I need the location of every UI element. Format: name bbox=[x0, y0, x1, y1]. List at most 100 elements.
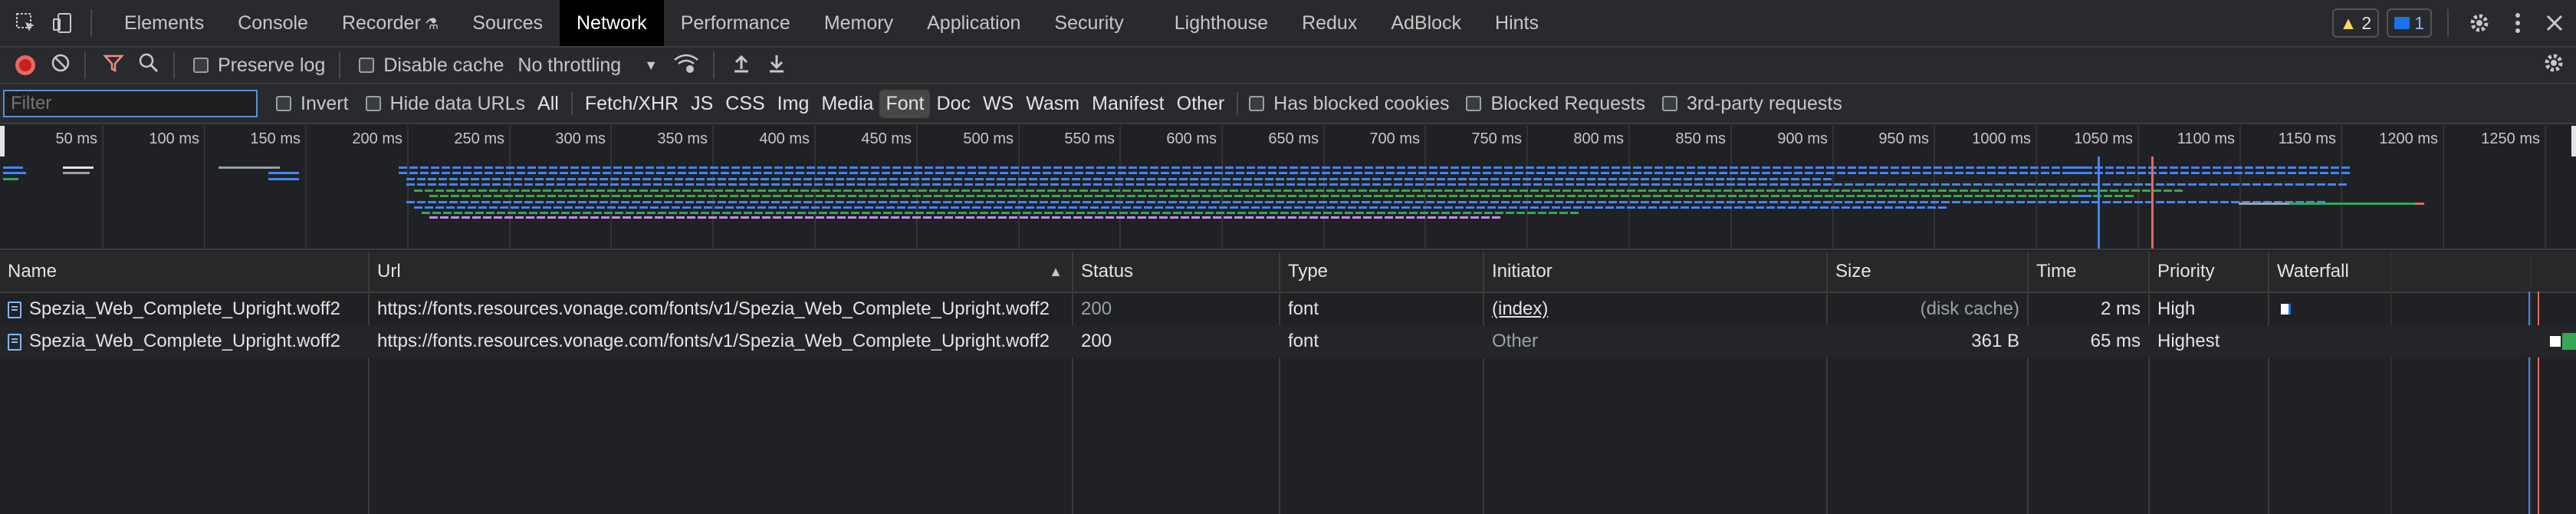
overview-request-bar bbox=[2027, 183, 2036, 186]
overview-request-bar bbox=[1728, 195, 1737, 197]
overview-request-bar bbox=[912, 216, 921, 219]
overview-request-bar bbox=[572, 212, 580, 214]
overview-request-bar bbox=[1676, 166, 1684, 169]
hide-data-urls-checkbox[interactable]: Hide data URLs bbox=[365, 93, 525, 115]
throttling-select[interactable]: No throttling ▼ bbox=[518, 54, 658, 77]
request-initiator-link[interactable]: (index) bbox=[1484, 293, 1826, 325]
messages-badge[interactable]: 1 bbox=[2387, 8, 2432, 38]
invert-checkbox[interactable]: Invert bbox=[276, 93, 349, 115]
overview-request-bar bbox=[964, 178, 973, 180]
overview-request-bar bbox=[1181, 195, 1189, 197]
column-header-name[interactable]: Name bbox=[0, 252, 368, 292]
export-har-button[interactable] bbox=[767, 52, 787, 79]
request-name[interactable]: Spezia_Web_Complete_Upright.woff2 bbox=[0, 293, 368, 325]
blocked-requests-checkbox[interactable]: Blocked Requests bbox=[1466, 93, 1645, 115]
inspect-element-icon[interactable] bbox=[12, 9, 40, 37]
checkbox-box[interactable] bbox=[1466, 96, 1482, 111]
tab-adblock[interactable]: AdBlock bbox=[1374, 0, 1478, 46]
overview-request-bar bbox=[1673, 178, 1681, 180]
filter-type-ws[interactable]: WS bbox=[977, 90, 1020, 118]
filter-type-other[interactable]: Other bbox=[1171, 90, 1231, 118]
overview-left-handle[interactable] bbox=[0, 126, 5, 157]
more-options-icon[interactable] bbox=[2504, 9, 2532, 37]
tab-sources[interactable]: Sources bbox=[455, 0, 560, 46]
search-button[interactable] bbox=[138, 52, 159, 79]
overview-request-bar bbox=[1018, 201, 1027, 203]
tab-recorder[interactable]: Recorder ⚗ bbox=[325, 0, 455, 46]
column-header-priority[interactable]: Priority bbox=[2150, 252, 2268, 292]
overview-request-bar bbox=[1375, 172, 1384, 174]
checkbox-box[interactable] bbox=[1249, 96, 1265, 111]
settings-gear-icon[interactable] bbox=[2466, 9, 2493, 37]
filter-type-font[interactable]: Font bbox=[879, 89, 931, 118]
overview-request-bar bbox=[457, 189, 465, 192]
has-blocked-cookies-checkbox[interactable]: Has blocked cookies bbox=[1249, 93, 1449, 115]
network-conditions-button[interactable] bbox=[673, 52, 699, 79]
checkbox-box[interactable] bbox=[365, 96, 381, 111]
overview-request-bar bbox=[1020, 216, 1028, 219]
overview-request-bar bbox=[1552, 206, 1560, 209]
disable-cache-checkbox[interactable]: Disable cache bbox=[359, 54, 504, 77]
filter-type-img[interactable]: Img bbox=[771, 90, 816, 118]
warnings-badge[interactable]: ▲ 2 bbox=[2331, 8, 2380, 38]
preserve-log-checkbox[interactable]: Preserve log bbox=[193, 54, 325, 77]
filter-type-manifest[interactable]: Manifest bbox=[1086, 90, 1170, 118]
filter-type-wasm[interactable]: Wasm bbox=[1020, 90, 1086, 118]
checkbox-box[interactable] bbox=[276, 96, 291, 111]
tab-network[interactable]: Network bbox=[560, 0, 664, 46]
filter-type-css[interactable]: CSS bbox=[719, 90, 770, 118]
tab-performance[interactable]: Performance bbox=[664, 0, 807, 46]
network-settings-button[interactable] bbox=[2542, 51, 2565, 80]
tab-elements[interactable]: Elements bbox=[107, 0, 221, 46]
checkbox-box[interactable] bbox=[1661, 96, 1677, 111]
filter-input[interactable] bbox=[3, 90, 258, 117]
tab-memory[interactable]: Memory bbox=[807, 0, 910, 46]
overview-request-bar bbox=[1362, 183, 1370, 186]
clear-button[interactable] bbox=[51, 53, 71, 78]
overview-request-bar bbox=[474, 166, 482, 169]
tab-lighthouse[interactable]: Lighthouse bbox=[1158, 0, 1285, 46]
column-header-type[interactable]: Type bbox=[1280, 252, 1483, 292]
filter-toggle-button[interactable] bbox=[103, 52, 124, 79]
column-header-initiator[interactable]: Initiator bbox=[1484, 252, 1826, 292]
filter-type-js[interactable]: JS bbox=[685, 90, 719, 118]
filter-type-doc[interactable]: Doc bbox=[930, 90, 976, 118]
overview-request-bar bbox=[1125, 183, 1134, 186]
column-header-size[interactable]: Size bbox=[1828, 252, 2027, 292]
table-row[interactable]: Spezia_Web_Complete_Upright.woff2 https:… bbox=[0, 293, 2576, 325]
overview-request-bar bbox=[1125, 178, 1134, 180]
overview-request-bar bbox=[1751, 172, 1760, 174]
tab-redux[interactable]: Redux bbox=[1285, 0, 1374, 46]
filter-type-fetch-xhr[interactable]: Fetch/XHR bbox=[579, 90, 685, 118]
tab-hints[interactable]: Hints bbox=[1478, 0, 1556, 46]
column-header-time[interactable]: Time bbox=[2029, 252, 2148, 292]
filter-type-media[interactable]: Media bbox=[815, 90, 879, 118]
table-row[interactable]: Spezia_Web_Complete_Upright.woff2 https:… bbox=[0, 325, 2576, 357]
filter-type-all[interactable]: All bbox=[531, 90, 565, 118]
overview-right-handle[interactable] bbox=[2571, 126, 2576, 157]
overview-request-bar bbox=[1447, 201, 1456, 203]
overview-request-bar bbox=[1179, 178, 1188, 180]
device-toolbar-icon[interactable] bbox=[49, 9, 77, 37]
overview-request-bar bbox=[483, 216, 491, 219]
overview-request-bar bbox=[414, 189, 422, 192]
third-party-requests-checkbox[interactable]: 3rd-party requests bbox=[1661, 93, 1842, 115]
network-overview-timeline[interactable]: 50 ms 100 ms 150 ms 200 ms 250 ms 300 ms 350 m… bbox=[0, 126, 2576, 250]
request-name[interactable]: Spezia_Web_Complete_Upright.woff2 bbox=[0, 325, 368, 357]
record-button[interactable] bbox=[15, 55, 35, 75]
overview-request-bar bbox=[558, 195, 567, 197]
tab-security[interactable]: Security bbox=[1037, 0, 1140, 46]
overview-request-bar bbox=[764, 172, 772, 174]
tab-application[interactable]: Application bbox=[910, 0, 1037, 46]
column-header-url[interactable]: Url ▲ bbox=[370, 252, 1072, 292]
overview-request-bar bbox=[665, 195, 674, 197]
column-header-status[interactable]: Status bbox=[1073, 252, 1279, 292]
checkbox-box[interactable] bbox=[193, 58, 209, 73]
overview-request-bar bbox=[589, 201, 597, 203]
overview-request-bar bbox=[1812, 178, 1821, 180]
checkbox-box[interactable] bbox=[359, 58, 375, 73]
overview-request-bar bbox=[1558, 166, 1566, 169]
tab-console[interactable]: Console bbox=[221, 0, 325, 46]
import-har-button[interactable] bbox=[731, 52, 751, 79]
close-icon[interactable] bbox=[2541, 9, 2568, 37]
